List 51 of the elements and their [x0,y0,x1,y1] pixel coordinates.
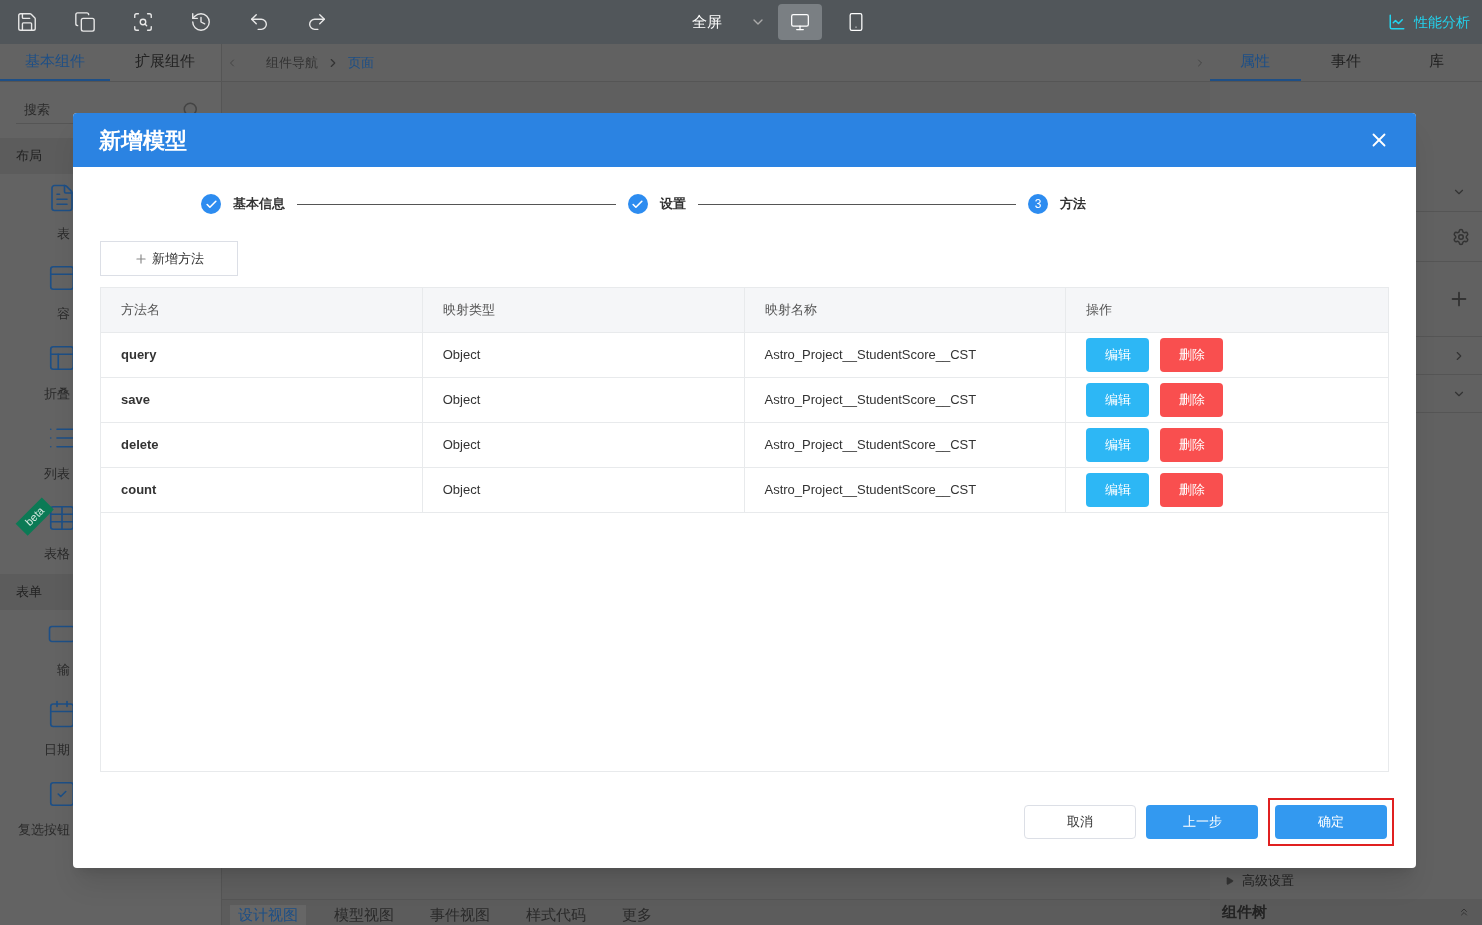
panel-tab[interactable]: 库 [1391,44,1482,81]
table-cell-text: Astro_Project__StudentScore__CST [764,436,977,455]
column-header: 映射名称 [764,301,817,320]
edit-button[interactable]: 编辑 [1086,428,1150,462]
view-tab[interactable]: 设计视图 [230,905,306,925]
panel-tab[interactable]: 属性 [1210,44,1301,81]
breadcrumb-item[interactable]: 页面 [348,52,374,73]
dialog-button[interactable]: 确定 [1275,805,1387,839]
component-label[interactable]: 列表 [44,466,70,481]
table-cell-text: Astro_Project__StudentScore__CST [764,481,977,500]
component-label[interactable]: 表 [57,226,70,241]
table-cell-text: Object [442,481,481,500]
panel-tab[interactable]: 事件 [1300,44,1392,81]
panel-tab[interactable]: 扩展组件 [110,44,220,81]
table-cell-text: Object [442,436,481,455]
delete-button[interactable]: 删除 [1160,383,1224,417]
section-label[interactable]: 高级设置 [1242,871,1294,891]
beta-ribbon: beta [15,497,54,536]
dialog-button[interactable]: 取消 [1024,805,1136,839]
column-header: 映射类型 [442,301,495,320]
step-label: 基本信息 [233,195,285,214]
step-number: 3 [1028,194,1048,214]
step-label: 方法 [1060,195,1086,214]
table-cell-text: Astro_Project__StudentScore__CST [764,346,977,365]
monitor-icon [790,12,810,32]
edit-button[interactable]: 编辑 [1086,383,1150,417]
table-cell-text: Object [442,346,481,365]
delete-button[interactable]: 删除 [1160,428,1224,462]
edit-button[interactable]: 编辑 [1086,473,1150,507]
chart-icon [1388,13,1406,31]
column-header: 方法名 [121,301,160,320]
panel-title: 组件树 [1222,901,1267,922]
component-label[interactable]: 表格 [44,546,70,561]
table-cell-text: save [121,391,150,410]
plus-icon [134,251,148,266]
table-cell-text: Object [442,391,481,410]
column-header: 操作 [1086,301,1113,320]
table-cell-text: Astro_Project__StudentScore__CST [764,391,977,410]
performance-link[interactable]: 性能分析 [1388,11,1470,33]
delete-button[interactable]: 删除 [1160,473,1224,507]
desktop-view-button[interactable] [778,4,822,40]
table-cell-text: query [121,346,157,365]
edit-button[interactable]: 编辑 [1086,338,1150,372]
dialog-button[interactable]: 上一步 [1146,805,1258,839]
table-cell-text: delete [121,436,159,455]
view-mode-dropdown[interactable]: 全屏 [692,10,766,34]
add-method-button[interactable]: 新增方法 [100,241,238,276]
panel-tab[interactable]: 基本组件 [0,44,110,81]
table-cell-text: count [121,481,157,500]
step-label: 设置 [659,195,686,214]
delete-button[interactable]: 删除 [1160,338,1224,372]
